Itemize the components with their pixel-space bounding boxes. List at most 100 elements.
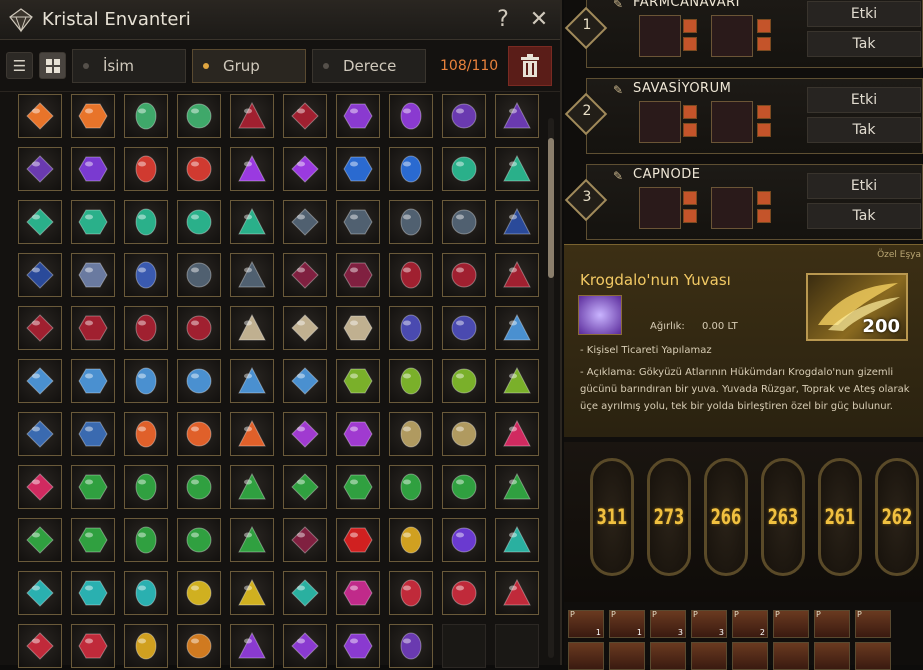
- crystal-slot[interactable]: [495, 465, 539, 509]
- hotbar-slot[interactable]: P1: [609, 610, 645, 638]
- crystal-slot[interactable]: [495, 359, 539, 403]
- edit-pencil-icon[interactable]: ✎: [613, 83, 623, 97]
- crystal-slot[interactable]: [389, 359, 433, 403]
- crystal-slot[interactable]: [71, 518, 115, 562]
- crystal-slot[interactable]: [336, 306, 380, 350]
- sort-by-name-button[interactable]: İsim: [72, 48, 186, 83]
- crystal-slot[interactable]: [124, 571, 168, 615]
- crystal-slot[interactable]: [71, 571, 115, 615]
- crystal-slot[interactable]: [442, 571, 486, 615]
- hotbar-slot[interactable]: [732, 642, 768, 670]
- crystal-slot[interactable]: [124, 200, 168, 244]
- sort-by-grade-button[interactable]: Derece: [312, 48, 426, 83]
- crystal-slot[interactable]: [283, 571, 327, 615]
- crystal-slot[interactable]: [18, 253, 62, 297]
- crystal-slot[interactable]: [124, 624, 168, 668]
- crystal-slot[interactable]: [283, 200, 327, 244]
- crystal-slot[interactable]: [495, 147, 539, 191]
- crystal-slot[interactable]: [124, 412, 168, 456]
- crystal-slot[interactable]: [230, 465, 274, 509]
- crystal-slot[interactable]: [336, 624, 380, 668]
- crystal-slot[interactable]: [389, 253, 433, 297]
- delete-button[interactable]: [508, 45, 552, 86]
- crystal-slot[interactable]: [389, 147, 433, 191]
- crystal-slot[interactable]: [177, 412, 221, 456]
- crystal-slot[interactable]: [336, 253, 380, 297]
- crystal-slot[interactable]: [18, 200, 62, 244]
- hotbar-slot[interactable]: [691, 642, 727, 670]
- crystal-slot[interactable]: [283, 518, 327, 562]
- crystal-slot[interactable]: [177, 465, 221, 509]
- crystal-slot[interactable]: [18, 412, 62, 456]
- crystal-slot[interactable]: [177, 306, 221, 350]
- crystal-slot[interactable]: [495, 200, 539, 244]
- effect-button[interactable]: Etki: [807, 1, 921, 27]
- crystal-slot[interactable]: [71, 147, 115, 191]
- crystal-slot[interactable]: [177, 94, 221, 138]
- crystal-slot[interactable]: [124, 306, 168, 350]
- crystal-slot[interactable]: [124, 465, 168, 509]
- crystal-slot[interactable]: [283, 94, 327, 138]
- hotbar-slot[interactable]: P3: [691, 610, 727, 638]
- crystal-slot[interactable]: [124, 94, 168, 138]
- close-button[interactable]: ✕: [524, 7, 554, 32]
- crystal-slot[interactable]: [177, 624, 221, 668]
- pet-slot[interactable]: [711, 15, 753, 57]
- grid-view-button[interactable]: [39, 52, 66, 79]
- crystal-slot[interactable]: [336, 518, 380, 562]
- crystal-slot[interactable]: [283, 147, 327, 191]
- hotbar-slot[interactable]: [609, 642, 645, 670]
- crystal-slot[interactable]: [71, 94, 115, 138]
- crystal-slot[interactable]: [442, 518, 486, 562]
- crystal-slot[interactable]: [230, 94, 274, 138]
- crystal-slot[interactable]: [18, 94, 62, 138]
- crystal-slot[interactable]: [336, 359, 380, 403]
- crystal-slot[interactable]: [336, 94, 380, 138]
- crystal-slot[interactable]: [336, 147, 380, 191]
- crystal-slot[interactable]: [230, 306, 274, 350]
- crystal-slot[interactable]: [18, 359, 62, 403]
- crystal-slot[interactable]: [230, 518, 274, 562]
- pet-slot[interactable]: [639, 187, 681, 229]
- crystal-slot[interactable]: [389, 200, 433, 244]
- crystal-slot[interactable]: [442, 253, 486, 297]
- crystal-slot[interactable]: [336, 200, 380, 244]
- crystal-slot[interactable]: [71, 412, 115, 456]
- sort-by-group-button[interactable]: Grup: [192, 48, 306, 83]
- crystal-slot[interactable]: [389, 94, 433, 138]
- hotbar-slot[interactable]: P: [773, 610, 809, 638]
- hotbar-slot[interactable]: [855, 642, 891, 670]
- crystal-slot[interactable]: [495, 94, 539, 138]
- crystal-slot[interactable]: [177, 571, 221, 615]
- crystal-slot[interactable]: [124, 518, 168, 562]
- crystal-slot[interactable]: [71, 359, 115, 403]
- crystal-slot[interactable]: [442, 147, 486, 191]
- equip-button[interactable]: Tak: [807, 31, 921, 57]
- crystal-slot[interactable]: [442, 624, 486, 668]
- crystal-slot[interactable]: [230, 624, 274, 668]
- crystal-slot[interactable]: [18, 624, 62, 668]
- pet-slot[interactable]: [639, 101, 681, 143]
- crystal-slot[interactable]: [71, 200, 115, 244]
- effect-button[interactable]: Etki: [807, 87, 921, 113]
- crystal-slot[interactable]: [442, 412, 486, 456]
- crystal-slot[interactable]: [283, 253, 327, 297]
- crystal-slot[interactable]: [283, 359, 327, 403]
- pet-slot[interactable]: [711, 101, 753, 143]
- edit-pencil-icon[interactable]: ✎: [613, 0, 623, 11]
- hotbar-slot[interactable]: [814, 642, 850, 670]
- crystal-slot[interactable]: [389, 518, 433, 562]
- crystal-slot[interactable]: [495, 306, 539, 350]
- hotbar-slot[interactable]: P: [814, 610, 850, 638]
- crystal-slot[interactable]: [442, 200, 486, 244]
- crystal-slot[interactable]: [230, 147, 274, 191]
- crystal-slot[interactable]: [230, 253, 274, 297]
- hotbar-slot[interactable]: P1: [568, 610, 604, 638]
- crystal-slot[interactable]: [336, 412, 380, 456]
- crystal-slot[interactable]: [495, 253, 539, 297]
- crystal-slot[interactable]: [283, 306, 327, 350]
- crystal-slot[interactable]: [177, 253, 221, 297]
- crystal-slot[interactable]: [495, 412, 539, 456]
- crystal-slot[interactable]: [124, 253, 168, 297]
- crystal-slot[interactable]: [124, 147, 168, 191]
